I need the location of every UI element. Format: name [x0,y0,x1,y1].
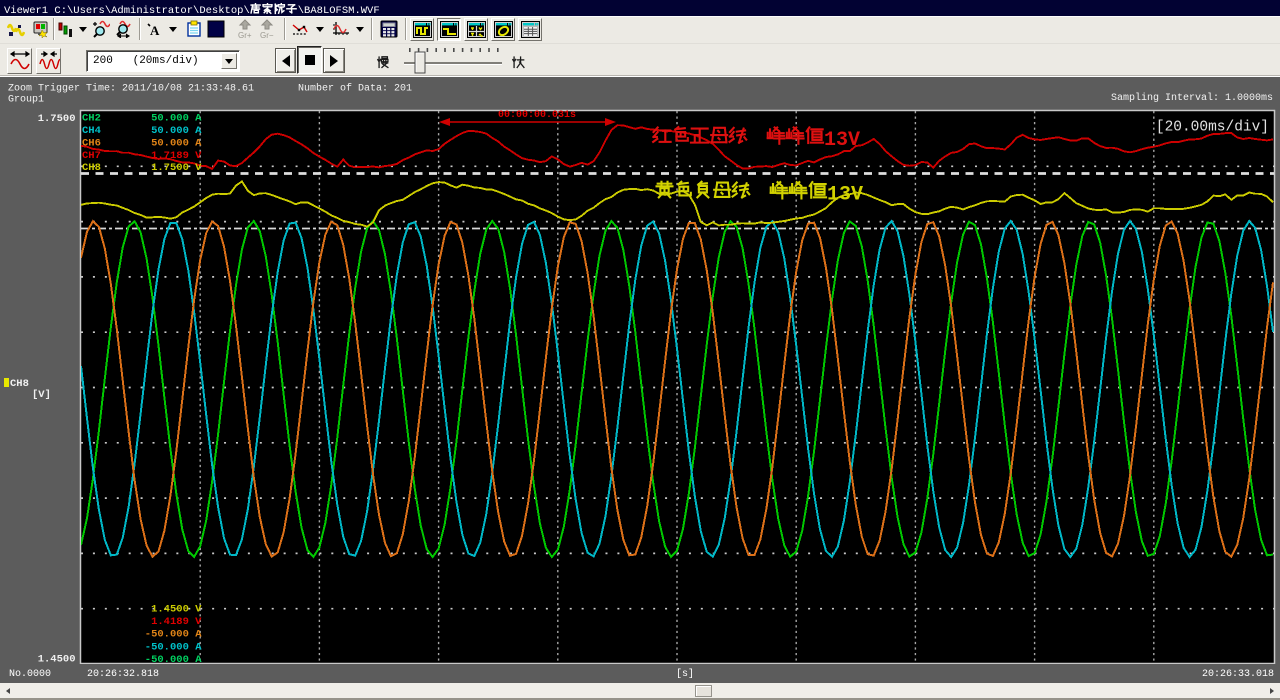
svg-text:Gr−: Gr− [260,31,274,39]
svg-text:CH2: CH2 [82,113,101,125]
svg-text:00:00:00.031s: 00:00:00.031s [498,110,576,121]
svg-text:CH7: CH7 [82,150,101,162]
svg-text:50.000 A: 50.000 A [151,125,202,137]
svg-text:1.4500 V: 1.4500 V [151,604,202,616]
svg-text:1.7189 V: 1.7189 V [151,150,202,162]
svg-text:-50.000 A: -50.000 A [145,654,202,664]
svg-text:-50.000 A: -50.000 A [145,629,202,641]
svg-text:CH6: CH6 [82,137,101,149]
svg-text:Sampling Interval: 1.0000ms: Sampling Interval: 1.0000ms [1111,92,1273,104]
svg-text:Zoom Trigger Time: 2011/10/08: Zoom Trigger Time: 2011/10/08 21:33:48.6… [8,83,254,95]
svg-text:1.7500: 1.7500 [38,113,76,125]
svg-text:1.4500: 1.4500 [38,654,76,665]
svg-text:50.000 A: 50.000 A [151,113,202,125]
svg-text:13V: 13V [827,184,863,207]
svg-text:[20.00ms/div]: [20.00ms/div] [1156,120,1269,136]
svg-text:A: A [150,23,160,37]
svg-text:[V]: [V] [32,389,51,401]
svg-text:1.4189 V: 1.4189 V [151,616,202,628]
svg-text:Group1: Group1 [8,95,44,106]
svg-text:13V: 13V [824,129,860,152]
svg-text:Gr+: Gr+ [238,31,252,39]
svg-text:1.7500 V: 1.7500 V [151,162,202,174]
svg-text:50.000 A: 50.000 A [151,137,202,149]
svg-text:CH4: CH4 [82,125,101,137]
svg-text:CH8: CH8 [10,378,29,390]
svg-text:CH8: CH8 [82,162,101,174]
svg-text:Number of Data: 201: Number of Data: 201 [298,83,412,95]
svg-text:-50.000 A: -50.000 A [145,641,202,653]
